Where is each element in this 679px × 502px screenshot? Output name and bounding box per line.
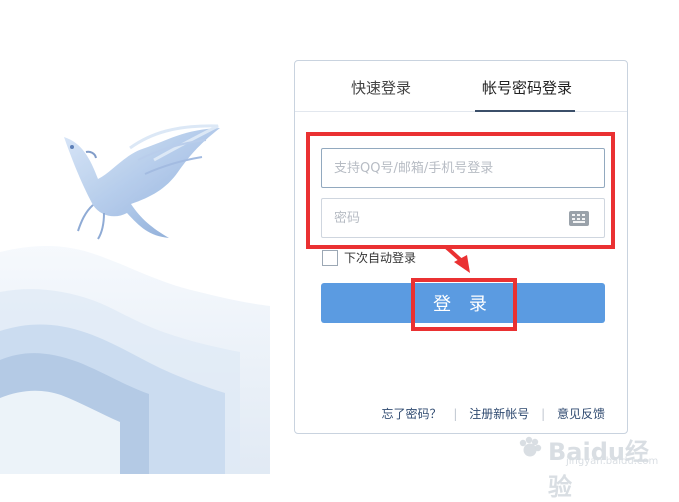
feedback-link[interactable]: 意见反馈 xyxy=(557,407,605,421)
link-separator: | xyxy=(541,407,546,421)
phoenix-illustration xyxy=(0,124,270,474)
tab-quick-login[interactable]: 快速登录 xyxy=(321,61,441,111)
register-link[interactable]: 注册新帐号 xyxy=(469,407,529,421)
forgot-password-link[interactable]: 忘了密码？ xyxy=(382,407,442,421)
paw-logo-icon xyxy=(519,436,542,457)
watermark-subtext: jingyan.baidu.com xyxy=(566,456,659,467)
remember-me-label: 下次自动登录 xyxy=(344,251,417,265)
annotation-arrow xyxy=(444,245,470,273)
highlight-credentials-box xyxy=(306,132,615,249)
remember-me-checkbox[interactable] xyxy=(322,250,338,266)
decorative-art xyxy=(0,0,270,474)
link-separator: | xyxy=(453,407,458,421)
active-tab-underline xyxy=(475,110,575,112)
highlight-login-box xyxy=(411,278,517,331)
watermark-brand: Baidu经验 xyxy=(548,438,649,501)
baidu-watermark: Baidu经验 jingyan.baidu.com xyxy=(516,432,661,501)
tab-account-login[interactable]: 帐号密码登录 xyxy=(467,61,587,112)
footer-links: 忘了密码？ | 注册新帐号 | 意见反馈 xyxy=(382,405,605,422)
login-tabs: 快速登录 帐号密码登录 xyxy=(295,61,627,112)
tab-account-login-label: 帐号密码登录 xyxy=(481,79,572,97)
